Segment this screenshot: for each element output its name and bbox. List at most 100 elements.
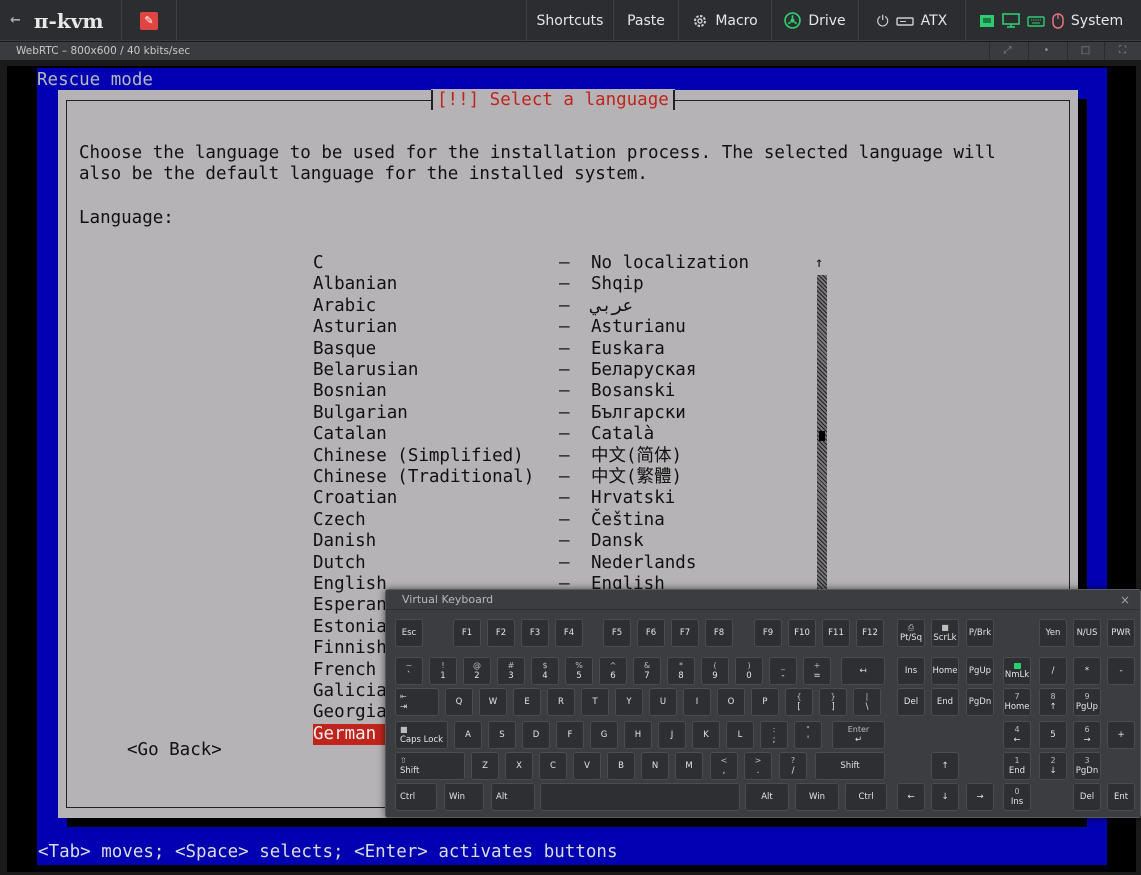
- shortcuts-menu[interactable]: Shortcuts: [527, 0, 613, 41]
- key-f[interactable]: F: [556, 721, 584, 749]
- key-rbracket[interactable]: }]: [819, 688, 847, 716]
- key-ctrl-left[interactable]: Ctrl: [395, 783, 437, 811]
- key-alt-right[interactable]: Alt: [745, 783, 789, 811]
- key-up[interactable]: ↑: [931, 752, 959, 780]
- key-num-del[interactable]: Del: [1073, 783, 1101, 811]
- key-i[interactable]: I: [683, 688, 711, 716]
- key-win-right[interactable]: Win: [795, 783, 839, 811]
- key-comma[interactable]: <,: [710, 752, 738, 780]
- language-option[interactable]: Catalan – Català: [313, 424, 823, 445]
- drive-menu[interactable]: Drive: [772, 0, 858, 41]
- key-num-enter[interactable]: Ent: [1107, 783, 1135, 811]
- key-l[interactable]: L: [726, 721, 754, 749]
- key-o[interactable]: O: [717, 688, 745, 716]
- key-num-2[interactable]: 2 ↓: [1039, 752, 1067, 780]
- key-tab[interactable]: ⇤ ⇥: [395, 688, 439, 716]
- key-period[interactable]: >.: [744, 752, 772, 780]
- key-f3[interactable]: F3: [521, 619, 549, 647]
- key-s[interactable]: S: [488, 721, 516, 749]
- paste-menu[interactable]: Paste: [614, 0, 678, 41]
- key-nus[interactable]: N/US: [1073, 619, 1101, 647]
- key--[interactable]: _ -: [769, 657, 797, 685]
- fullscreen-button[interactable]: □: [1067, 42, 1103, 60]
- key-win-left[interactable]: Win: [444, 783, 484, 811]
- key-insert[interactable]: Ins: [897, 657, 925, 685]
- key-printscreen[interactable]: ⎙ Pt/Sq: [897, 619, 925, 647]
- key-esc[interactable]: Esc: [395, 619, 423, 647]
- key-7[interactable]: & 7: [633, 657, 661, 685]
- key-b[interactable]: B: [607, 752, 635, 780]
- key-c[interactable]: C: [539, 752, 567, 780]
- key-k[interactable]: K: [692, 721, 720, 749]
- key-num-1[interactable]: 1 End: [1003, 752, 1031, 780]
- key-scrolllock[interactable]: ■ ScrLk: [931, 619, 959, 647]
- language-option[interactable]: Basque – Euskara: [313, 339, 823, 360]
- key-f1[interactable]: F1: [453, 619, 481, 647]
- virtual-keyboard-title[interactable]: Virtual Keyboard: [386, 590, 1140, 610]
- key-5[interactable]: % 5: [565, 657, 593, 685]
- key-space[interactable]: [540, 783, 740, 811]
- key-u[interactable]: U: [649, 688, 677, 716]
- language-option[interactable]: Czech – Čeština: [313, 510, 823, 531]
- language-option[interactable]: Chinese (Traditional) – 中文(繁體): [313, 467, 823, 488]
- key-quote[interactable]: " ': [794, 721, 822, 749]
- key-num-8[interactable]: 8 ↑: [1039, 688, 1067, 716]
- key-y[interactable]: Y: [615, 688, 643, 716]
- key-num-minus[interactable]: -: [1107, 657, 1135, 685]
- key-num-slash[interactable]: /: [1039, 657, 1067, 685]
- key-2[interactable]: @2: [463, 657, 491, 685]
- language-option[interactable]: Albanian – Shqip: [313, 274, 823, 295]
- key-f11[interactable]: F11: [822, 619, 850, 647]
- key-t[interactable]: T: [581, 688, 609, 716]
- key-yen[interactable]: Yen: [1039, 619, 1067, 647]
- key-semicolon[interactable]: :;: [760, 721, 788, 749]
- pikvm-logo[interactable]: ← π-kvm: [10, 0, 104, 41]
- key-right[interactable]: →: [966, 783, 994, 811]
- language-option[interactable]: Arabic – عربي: [313, 296, 823, 317]
- key-num-star[interactable]: *: [1073, 657, 1101, 685]
- key-1[interactable]: ! 1: [429, 657, 457, 685]
- key-4[interactable]: $4: [531, 657, 559, 685]
- key-d[interactable]: D: [522, 721, 550, 749]
- key-slash[interactable]: ? /: [779, 752, 807, 780]
- key-=[interactable]: + =: [803, 657, 831, 685]
- language-option[interactable]: C – No localization: [313, 253, 823, 274]
- key-num-9[interactable]: 9 PgUp: [1073, 688, 1101, 716]
- key-3[interactable]: #3: [497, 657, 525, 685]
- expand-button[interactable]: ⛶: [1104, 42, 1140, 60]
- key-f9[interactable]: F9: [754, 619, 782, 647]
- key-capslock[interactable]: ■ Caps Lock: [395, 721, 448, 749]
- key-home[interactable]: Home: [931, 657, 959, 685]
- key-num-4[interactable]: 4 ←: [1003, 721, 1031, 749]
- language-option[interactable]: Belarusian – Беларуская: [313, 360, 823, 381]
- key-num-3[interactable]: 3 PgDn: [1073, 752, 1101, 780]
- language-option[interactable]: Bulgarian – Български: [313, 403, 823, 424]
- key-shift-left[interactable]: ⇧ Shift: [395, 752, 465, 780]
- key-num-0[interactable]: 0 Ins: [1003, 783, 1031, 811]
- key-x[interactable]: X: [505, 752, 533, 780]
- key-f2[interactable]: F2: [487, 619, 515, 647]
- key-f10[interactable]: F10: [788, 619, 816, 647]
- key-f5[interactable]: F5: [603, 619, 631, 647]
- key-num-7[interactable]: 7 Home: [1003, 688, 1031, 716]
- key-f12[interactable]: F12: [856, 619, 884, 647]
- language-scrollbar[interactable]: ↑: [815, 253, 829, 601]
- key-num-plus[interactable]: +: [1107, 721, 1135, 749]
- key-j[interactable]: J: [658, 721, 686, 749]
- key-e[interactable]: E: [513, 688, 541, 716]
- fit-button[interactable]: •: [1028, 42, 1064, 60]
- key-f6[interactable]: F6: [637, 619, 665, 647]
- key-left[interactable]: ←: [897, 783, 925, 811]
- language-option[interactable]: Danish – Dansk: [313, 531, 823, 552]
- key-n[interactable]: N: [641, 752, 669, 780]
- key-f8[interactable]: F8: [705, 619, 733, 647]
- key-0[interactable]: ) 0: [735, 657, 763, 685]
- key-a[interactable]: A: [454, 721, 482, 749]
- tool-button[interactable]: ✎: [122, 0, 176, 41]
- language-option[interactable]: Asturian – Asturianu: [313, 317, 823, 338]
- system-menu[interactable]: System: [966, 0, 1136, 41]
- key-g[interactable]: G: [590, 721, 618, 749]
- atx-menu[interactable]: ⏻ ATX: [859, 0, 965, 41]
- key-f7[interactable]: F7: [671, 619, 699, 647]
- key-h[interactable]: H: [624, 721, 652, 749]
